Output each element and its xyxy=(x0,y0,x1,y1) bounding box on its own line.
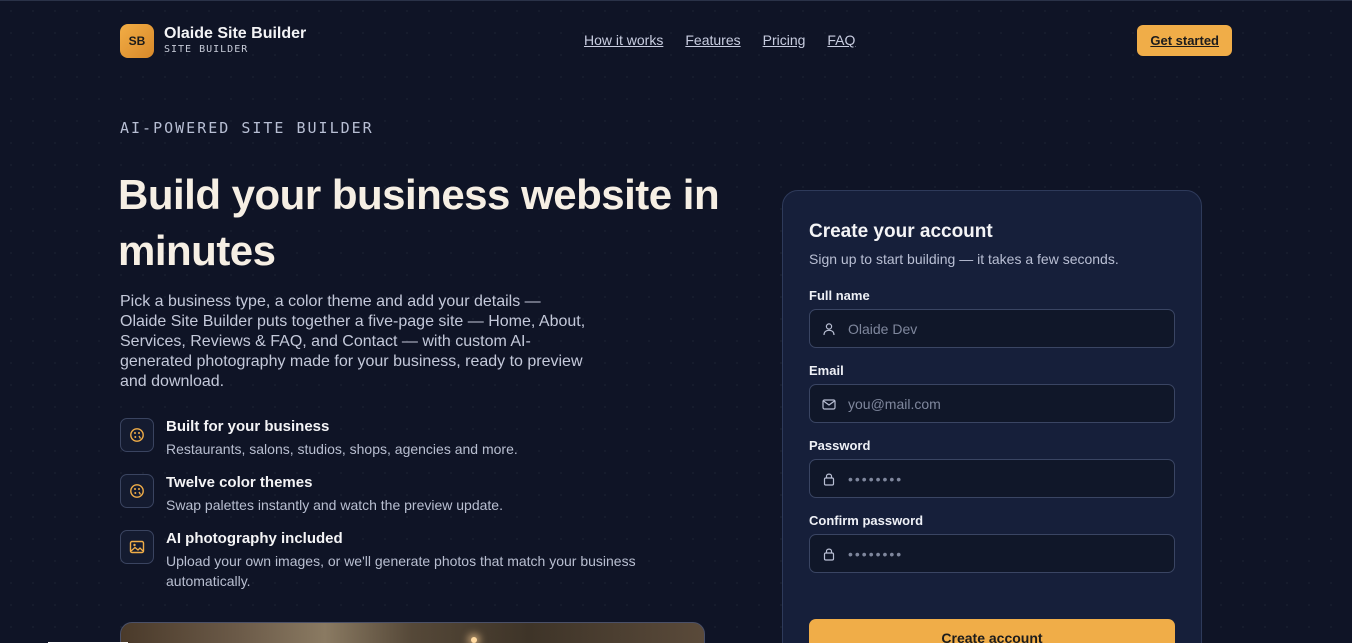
brand-subtitle: SITE BUILDER xyxy=(164,44,249,55)
feature-item: AI photography included Upload your own … xyxy=(120,530,666,591)
password-label: Password xyxy=(809,438,871,453)
confirm-password-field xyxy=(809,534,1175,573)
password-input[interactable] xyxy=(848,470,1168,487)
get-started-button[interactable]: Get started xyxy=(1137,25,1232,56)
brand-name: Olaide Site Builder xyxy=(164,25,307,42)
create-account-button[interactable]: Create account xyxy=(809,619,1175,643)
signup-card: Create your account Sign up to start bui… xyxy=(782,190,1202,643)
signup-title: Create your account xyxy=(809,221,993,242)
feature-title: AI photography included xyxy=(166,530,343,547)
nav-link-pricing[interactable]: Pricing xyxy=(763,32,806,48)
password-field xyxy=(809,459,1175,498)
site-preview-image xyxy=(120,622,705,643)
full-name-label: Full name xyxy=(809,288,870,303)
email-input[interactable] xyxy=(848,395,1168,412)
feature-title: Twelve color themes xyxy=(166,474,313,491)
nav-link-features[interactable]: Features xyxy=(685,32,740,48)
confirm-password-input[interactable] xyxy=(848,545,1168,562)
lock-icon xyxy=(823,473,835,486)
image-icon xyxy=(120,530,154,564)
nav-link-how-it-works[interactable]: How it works xyxy=(584,32,663,48)
email-label: Email xyxy=(809,363,844,378)
palette-icon xyxy=(120,418,154,452)
hero-kicker: AI-POWERED SITE BUILDER xyxy=(120,119,374,137)
nav-links: How it works Features Pricing FAQ xyxy=(584,32,855,48)
feature-description: Upload your own images, or we'll generat… xyxy=(166,553,636,589)
hero-headline: Build your business website in minutes xyxy=(118,171,720,274)
user-icon xyxy=(823,322,835,335)
lock-icon xyxy=(823,548,835,561)
signup-subtitle: Sign up to start building — it takes a f… xyxy=(809,251,1119,267)
email-field xyxy=(809,384,1175,423)
full-name-input[interactable] xyxy=(848,320,1168,337)
feature-description: Swap palettes instantly and watch the pr… xyxy=(166,497,503,513)
feature-description: Restaurants, salons, studios, shops, age… xyxy=(166,441,518,457)
brand-text: Olaide Site Builder SITE BUILDER xyxy=(164,25,306,57)
palette-icon xyxy=(120,474,154,508)
feature-title: Built for your business xyxy=(166,418,330,435)
feature-item: Built for your business Restaurants, sal… xyxy=(120,418,666,459)
full-name-field xyxy=(809,309,1175,348)
nav-link-faq[interactable]: FAQ xyxy=(827,32,855,48)
confirm-password-label: Confirm password xyxy=(809,513,924,528)
mail-icon xyxy=(822,398,836,410)
feature-item: Twelve color themes Swap palettes instan… xyxy=(120,474,666,515)
top-nav: SB Olaide Site Builder SITE BUILDER How … xyxy=(120,23,1232,59)
logo-badge: SB xyxy=(120,24,154,58)
hero-description: Pick a business type, a color theme and … xyxy=(120,293,586,390)
brand-logo[interactable]: SB Olaide Site Builder SITE BUILDER xyxy=(120,24,306,58)
